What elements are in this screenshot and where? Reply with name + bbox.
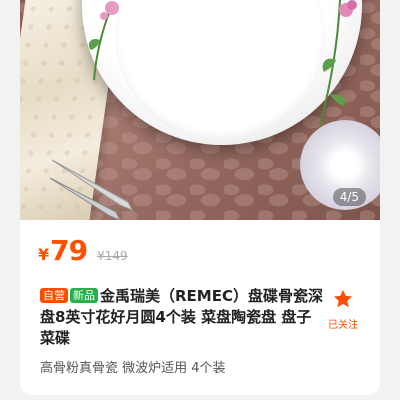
flower-pattern-icon bbox=[319, 0, 357, 126]
product-subtitle: 高骨粉真骨瓷 微波炉适用 4个装 bbox=[40, 361, 226, 376]
follow-button[interactable]: 已关注 bbox=[326, 288, 360, 331]
current-price: 79 bbox=[50, 234, 88, 267]
currency-symbol: ¥ bbox=[38, 245, 50, 264]
price-row: ¥ 79 ¥149 bbox=[38, 234, 128, 267]
cutlery-decoration bbox=[50, 159, 134, 220]
follow-label: 已关注 bbox=[328, 320, 358, 331]
product-image-gallery[interactable]: 4/5 bbox=[20, 0, 380, 220]
product-info-card: ¥ 79 ¥149 自营 新品 金禹瑞美（REMEC）盘碟骨瓷深盘8英寸花好月圆4个… bbox=[20, 220, 380, 395]
self-operated-badge: 自营 bbox=[40, 288, 68, 303]
flower-pattern-icon bbox=[88, 1, 119, 81]
star-icon bbox=[333, 289, 353, 308]
product-title: 自营 新品 金禹瑞美（REMEC）盘碟骨瓷深盘8英寸花好月圆4个装 菜盘陶瓷盘 盘子… bbox=[40, 286, 330, 349]
image-counter: 4/5 bbox=[332, 188, 366, 206]
new-badge: 新品 bbox=[70, 288, 98, 303]
original-price: ¥149 bbox=[97, 249, 128, 263]
